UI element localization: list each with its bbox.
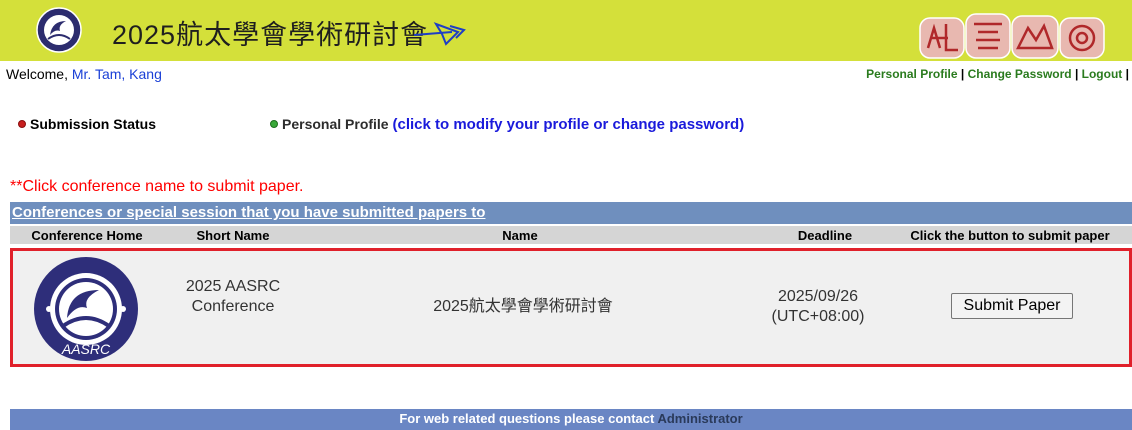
footer-text: For web related questions please contact (399, 411, 658, 426)
nav-submission-status[interactable]: Submission Status (18, 116, 156, 132)
profile-hint: (click to modify your profile or change … (392, 116, 745, 133)
conference-table-heading: Conferences or special session that you … (10, 202, 1132, 224)
welcome-message: Welcome, Mr. Tam, Kang (6, 66, 162, 82)
conference-table-heading-link[interactable]: Conferences or special session that you … (12, 204, 485, 221)
link-separator: | (957, 67, 968, 81)
conference-name-link[interactable]: 2025航太學會學術研討會 (393, 297, 653, 317)
site-banner: 2025航太學會學術研討會 (0, 0, 1132, 61)
short-name-cell: 2025 AASRC Conference (163, 277, 303, 317)
conference-table-columns: Conference Home Short Name Name Deadline… (10, 226, 1132, 244)
green-dot-icon (270, 120, 278, 128)
column-conference-home: Conference Home (31, 228, 143, 243)
column-name: Name (502, 228, 538, 243)
submit-paper-button[interactable]: Submit Paper (951, 293, 1073, 319)
submit-instruction-note: **Click conference name to submit paper. (10, 178, 304, 195)
red-dot-icon (18, 120, 26, 128)
conference-logo-text: AASRC (61, 341, 111, 357)
welcome-prefix: Welcome, (6, 66, 72, 82)
column-submit-action: Click the button to submit paper (910, 228, 1110, 243)
short-name-line-2: Conference (191, 298, 275, 315)
submission-status-label: Submission Status (30, 116, 157, 132)
nav-personal-profile[interactable]: Personal Profile (click to modify your p… (270, 116, 744, 133)
deadline-cell: 2025/09/26 (UTC+08:00) (753, 287, 883, 327)
column-deadline: Deadline (797, 228, 853, 243)
paper-plane-icon (413, 22, 466, 46)
account-links: Personal Profile | Change Password | Log… (866, 67, 1129, 81)
deadline-date: 2025/09/26 (777, 288, 859, 305)
change-password-link[interactable]: Change Password (968, 67, 1072, 81)
table-row: AASRC 2025 AASRC Conference 2025航太學會學術研討… (10, 248, 1132, 367)
society-seal-icon (36, 7, 82, 53)
logout-link[interactable]: Logout (1082, 67, 1123, 81)
banner-title: 2025航太學會學術研討會 (112, 20, 429, 50)
banner-decoration-icon (919, 13, 1105, 59)
column-short-name: Short Name (196, 228, 270, 243)
user-name: Mr. Tam, Kang (71, 66, 162, 82)
personal-profile-label: Personal Profile (282, 116, 393, 132)
deadline-timezone: (UTC+08:00) (771, 308, 865, 325)
administrator-link[interactable]: Administrator (657, 411, 742, 426)
link-separator: | (1071, 67, 1082, 81)
short-name-line-1: 2025 AASRC (185, 278, 281, 295)
page-footer: For web related questions please contact… (10, 409, 1132, 430)
personal-profile-link[interactable]: Personal Profile (866, 67, 957, 81)
conference-logo-icon[interactable]: AASRC (33, 256, 139, 362)
link-separator: | (1122, 67, 1129, 81)
